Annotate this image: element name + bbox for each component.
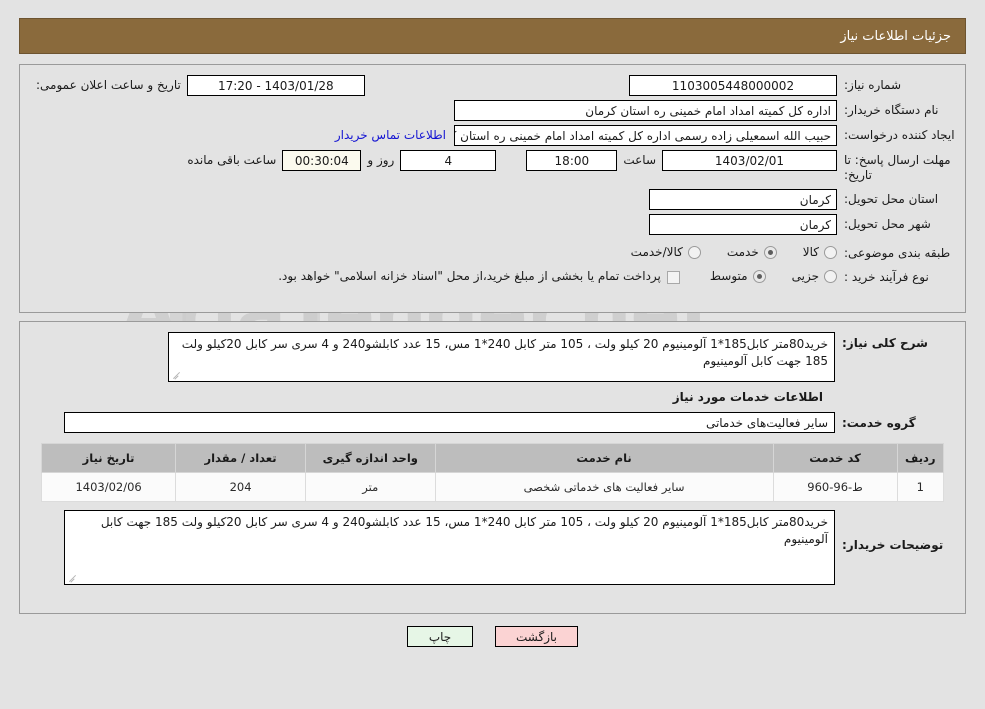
province-label: استان محل تحویل: bbox=[844, 192, 939, 206]
column-header-unit: واحد اندازه گیری bbox=[304, 443, 436, 473]
treasury-checkbox-row[interactable]: پرداخت تمام یا بخشی از مبلغ خرید،از محل … bbox=[278, 267, 680, 284]
need-info-panel: شماره نیاز: 1103005448000002 1403/01/28 … bbox=[19, 64, 966, 313]
summary-textarea[interactable]: خرید80متر کابل185*1 آلومینیوم 20 کیلو ول… bbox=[168, 332, 835, 382]
radio-icon[interactable] bbox=[824, 245, 837, 259]
summary-label: شرح کلی نیاز: bbox=[842, 336, 928, 350]
row-service-group: گروه خدمت: سایر فعالیت‌های خدماتی bbox=[32, 412, 953, 433]
category-option-kala[interactable]: کالا bbox=[803, 245, 837, 259]
summary-value: خرید80متر کابل185*1 آلومینیوم 20 کیلو ول… bbox=[181, 337, 828, 368]
notes-value: خرید80متر کابل185*1 آلومینیوم 20 کیلو ول… bbox=[100, 515, 828, 546]
buyer-org-value: اداره کل کمیته امداد امام خمینی ره استان… bbox=[454, 100, 837, 121]
public-announce-value: 1403/01/28 - 17:20 bbox=[186, 75, 365, 96]
process-label: نوع فرآیند خرید : bbox=[844, 270, 929, 284]
resize-grip-icon[interactable] bbox=[68, 572, 78, 582]
print-button[interactable]: چاپ bbox=[407, 626, 473, 647]
services-table: ردیف کد خدمت نام خدمت واحد اندازه گیری ت… bbox=[40, 443, 945, 502]
category-option-khedmat[interactable]: خدمت bbox=[727, 245, 777, 259]
process-option-jozei[interactable]: جزیی bbox=[792, 269, 837, 283]
category-radio-group: کالا خدمت کالا/خدمت bbox=[605, 243, 837, 259]
process-radio-group: جزیی متوسط bbox=[684, 267, 837, 283]
remaining-label: ساعت باقی مانده bbox=[187, 153, 277, 167]
column-header-quantity: تعداد / مقدار bbox=[175, 443, 306, 473]
radio-icon[interactable] bbox=[687, 245, 701, 259]
row-requester: ایجاد کننده درخواست: حبیب الله اسمعیلی ز… bbox=[30, 125, 955, 146]
row-summary: شرح کلی نیاز: خرید80متر کابل185*1 آلومین… bbox=[32, 332, 953, 382]
category-option-label: خدمت bbox=[726, 245, 759, 259]
need-number-label: شماره نیاز: bbox=[844, 78, 901, 92]
service-group-label: گروه خدمت: bbox=[842, 415, 916, 430]
remaining-days-value: 4 bbox=[400, 150, 497, 171]
days-and-label: روز و bbox=[367, 153, 395, 167]
back-button[interactable]: بازگشت bbox=[495, 626, 578, 647]
row-buyer-org: نام دستگاه خریدار: اداره کل کمیته امداد … bbox=[30, 100, 955, 121]
requester-label: ایجاد کننده درخواست: bbox=[844, 128, 955, 142]
remaining-time-value: 00:30:04 bbox=[282, 150, 362, 171]
radio-selected-icon[interactable] bbox=[763, 245, 777, 259]
cell-index: 1 bbox=[896, 472, 945, 502]
service-group-value: سایر فعالیت‌های خدماتی bbox=[64, 412, 835, 433]
column-header-date: تاریخ نیاز bbox=[40, 443, 177, 473]
hour-label: ساعت bbox=[623, 153, 656, 167]
page-title: جزئیات اطلاعات نیاز bbox=[840, 28, 951, 44]
table-row: 1 ط-96-960 سایر فعالیت های خدماتی شخصی م… bbox=[40, 472, 945, 502]
row-category: طبقه بندی موضوعی: کالا خدمت کالا/خدمت bbox=[30, 243, 955, 261]
public-announce-label: تاریخ و ساعت اعلان عمومی: bbox=[36, 78, 181, 92]
notes-label: توضیحات خریدار: bbox=[842, 538, 944, 552]
row-need-number: شماره نیاز: 1103005448000002 1403/01/28 … bbox=[30, 75, 955, 96]
radio-icon[interactable] bbox=[824, 269, 837, 283]
page-header-bar: جزئیات اطلاعات نیاز bbox=[19, 18, 966, 54]
page-root: جزئیات اطلاعات نیاز شماره نیاز: 11030054… bbox=[0, 18, 985, 647]
category-option-label: کالا bbox=[802, 245, 819, 259]
services-section-title: اطلاعات خدمات مورد نیاز bbox=[672, 390, 823, 404]
buyer-contact-link[interactable]: اطلاعات تماس خریدار bbox=[335, 125, 454, 142]
requester-value: حبیب الله اسمعیلی زاده رسمی اداره کل کمی… bbox=[454, 125, 837, 146]
cell-unit: متر bbox=[304, 472, 436, 502]
province-value: کرمان bbox=[649, 189, 837, 210]
cell-quantity: 204 bbox=[175, 472, 306, 502]
deadline-hour-value: 18:00 bbox=[526, 150, 618, 171]
row-deadline: مهلت ارسال پاسخ: تا تاریخ: 1403/02/01 سا… bbox=[30, 150, 955, 183]
column-header-index: ردیف bbox=[896, 443, 945, 473]
column-header-name: نام خدمت bbox=[434, 443, 774, 473]
treasury-checkbox-label: پرداخت تمام یا بخشی از مبلغ خرید،از محل … bbox=[278, 269, 661, 283]
resize-grip-icon[interactable] bbox=[172, 369, 182, 379]
checkbox-icon[interactable] bbox=[666, 271, 680, 284]
row-buyer-notes: توضیحات خریدار: خرید80متر کابل185*1 آلوم… bbox=[32, 510, 953, 585]
process-option-label: جزیی bbox=[791, 269, 819, 283]
category-label: طبقه بندی موضوعی: bbox=[844, 246, 951, 260]
deadline-date-value: 1403/02/01 bbox=[662, 150, 837, 171]
radio-selected-icon[interactable] bbox=[752, 269, 766, 283]
category-option-label: کالا/خدمت bbox=[630, 245, 683, 259]
buyer-org-label: نام دستگاه خریدار: bbox=[844, 103, 939, 117]
cell-date: 1403/02/06 bbox=[40, 472, 177, 502]
process-option-label: متوسط bbox=[709, 269, 748, 283]
deadline-label: مهلت ارسال پاسخ: تا تاریخ: bbox=[844, 153, 951, 182]
table-header-row: ردیف کد خدمت نام خدمت واحد اندازه گیری ت… bbox=[40, 443, 945, 473]
need-number-value: 1103005448000002 bbox=[629, 75, 837, 96]
column-header-code: کد خدمت bbox=[772, 443, 898, 473]
service-details-panel: شرح کلی نیاز: خرید80متر کابل185*1 آلومین… bbox=[19, 321, 966, 614]
city-label: شهر محل تحویل: bbox=[844, 217, 931, 231]
row-province: استان محل تحویل: کرمان bbox=[30, 189, 955, 210]
row-city: شهر محل تحویل: کرمان bbox=[30, 214, 955, 235]
action-buttons: بازگشت چاپ bbox=[0, 626, 985, 647]
cell-name: سایر فعالیت های خدماتی شخصی bbox=[434, 472, 774, 502]
row-process-type: نوع فرآیند خرید : جزیی متوسط پرداخت تمام… bbox=[30, 267, 955, 285]
process-option-motavaset[interactable]: متوسط bbox=[710, 269, 766, 283]
city-value: کرمان bbox=[649, 214, 837, 235]
category-option-kala-khedmat[interactable]: کالا/خدمت bbox=[631, 245, 701, 259]
cell-code: ط-96-960 bbox=[772, 472, 898, 502]
notes-textarea[interactable]: خرید80متر کابل185*1 آلومینیوم 20 کیلو ول… bbox=[64, 510, 835, 585]
